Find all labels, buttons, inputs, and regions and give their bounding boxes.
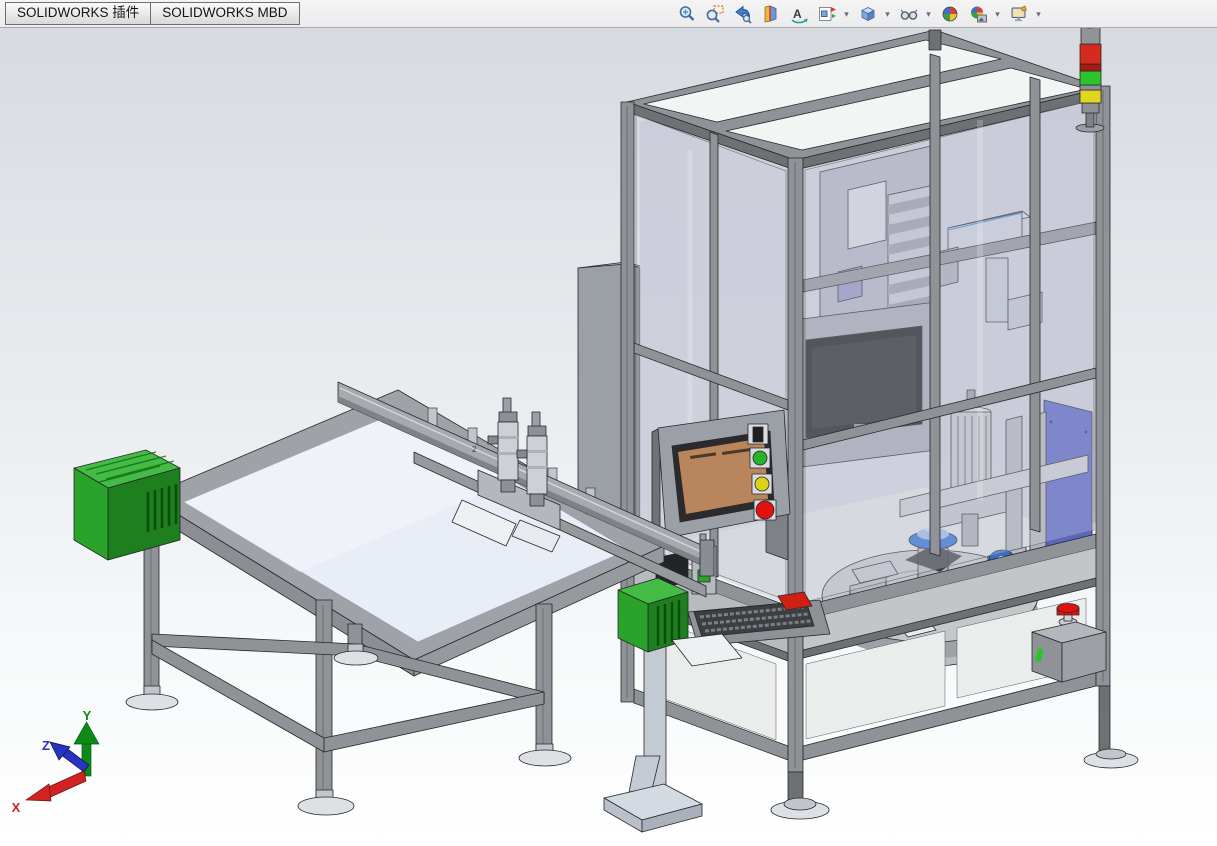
selector-switch[interactable] — [753, 427, 763, 442]
tower-red-light — [1080, 44, 1101, 64]
section-view-icon — [761, 4, 781, 24]
triad-y-label: Y — [83, 708, 92, 723]
triad-x-label: X — [12, 800, 21, 815]
view-orientation-dropdown-caret[interactable]: ▾ — [842, 9, 851, 20]
tower-green-light — [1080, 71, 1101, 85]
heads-up-view-toolbar: A ▾ ▾ — [674, 2, 1045, 26]
display-style-icon — [858, 4, 878, 24]
display-style-button[interactable] — [857, 3, 879, 25]
apply-scene-icon — [968, 4, 988, 24]
view-orientation-button[interactable] — [816, 3, 838, 25]
toolbar-tabs: SOLIDWORKS 插件 SOLIDWORKS MBD — [5, 2, 300, 25]
hide-show-items-icon — [899, 4, 919, 24]
tab-solidworks-mbd[interactable]: SOLIDWORKS MBD — [150, 3, 298, 24]
zoom-to-fit-icon — [677, 4, 697, 24]
emergency-stop-button[interactable] — [756, 501, 774, 519]
green-button[interactable] — [753, 451, 767, 465]
view-settings-button[interactable] — [1008, 3, 1030, 25]
apply-scene-dropdown-caret[interactable]: ▾ — [993, 9, 1002, 20]
hide-show-items-button[interactable] — [898, 3, 920, 25]
view-settings-dropdown-caret[interactable]: ▾ — [1034, 9, 1043, 20]
zoom-to-area-button[interactable] — [704, 3, 726, 25]
display-style-dropdown-caret[interactable]: ▾ — [883, 9, 892, 20]
hide-show-items-dropdown-caret[interactable]: ▾ — [924, 9, 933, 20]
machine-3d-model: 2 Y — [0, 0, 1217, 846]
previous-view-icon — [733, 4, 753, 24]
3d-drawing-view-icon: A — [789, 4, 809, 24]
graphics-viewport[interactable]: 2 Y — [0, 0, 1217, 846]
triad-z-label: Z — [42, 738, 50, 753]
tower-yellow-light — [1080, 90, 1101, 103]
top-toolbar: SOLIDWORKS 插件 SOLIDWORKS MBD — [0, 0, 1217, 28]
previous-view-button[interactable] — [732, 3, 754, 25]
section-view-button[interactable] — [760, 3, 782, 25]
zoom-to-area-icon — [705, 4, 725, 24]
beam-marking: 2 — [472, 445, 477, 454]
svg-text:A: A — [793, 7, 802, 21]
floor-stand-base — [604, 756, 702, 832]
view-settings-icon — [1009, 4, 1029, 24]
edit-appearance-button[interactable] — [939, 3, 961, 25]
3d-drawing-view-button[interactable]: A — [788, 3, 810, 25]
drive-motor-box-1 — [74, 450, 180, 560]
estop-mushroom-button[interactable] — [1057, 604, 1079, 613]
orientation-triad: Y Z X — [12, 708, 99, 815]
tab-solidworks-addins[interactable]: SOLIDWORKS 插件 — [6, 3, 150, 24]
zoom-to-fit-button[interactable] — [676, 3, 698, 25]
solidworks-window: 2 Y — [0, 0, 1217, 846]
view-orientation-icon — [817, 4, 837, 24]
apply-scene-button[interactable] — [967, 3, 989, 25]
yellow-button[interactable] — [755, 477, 769, 491]
edit-appearance-icon — [940, 4, 960, 24]
